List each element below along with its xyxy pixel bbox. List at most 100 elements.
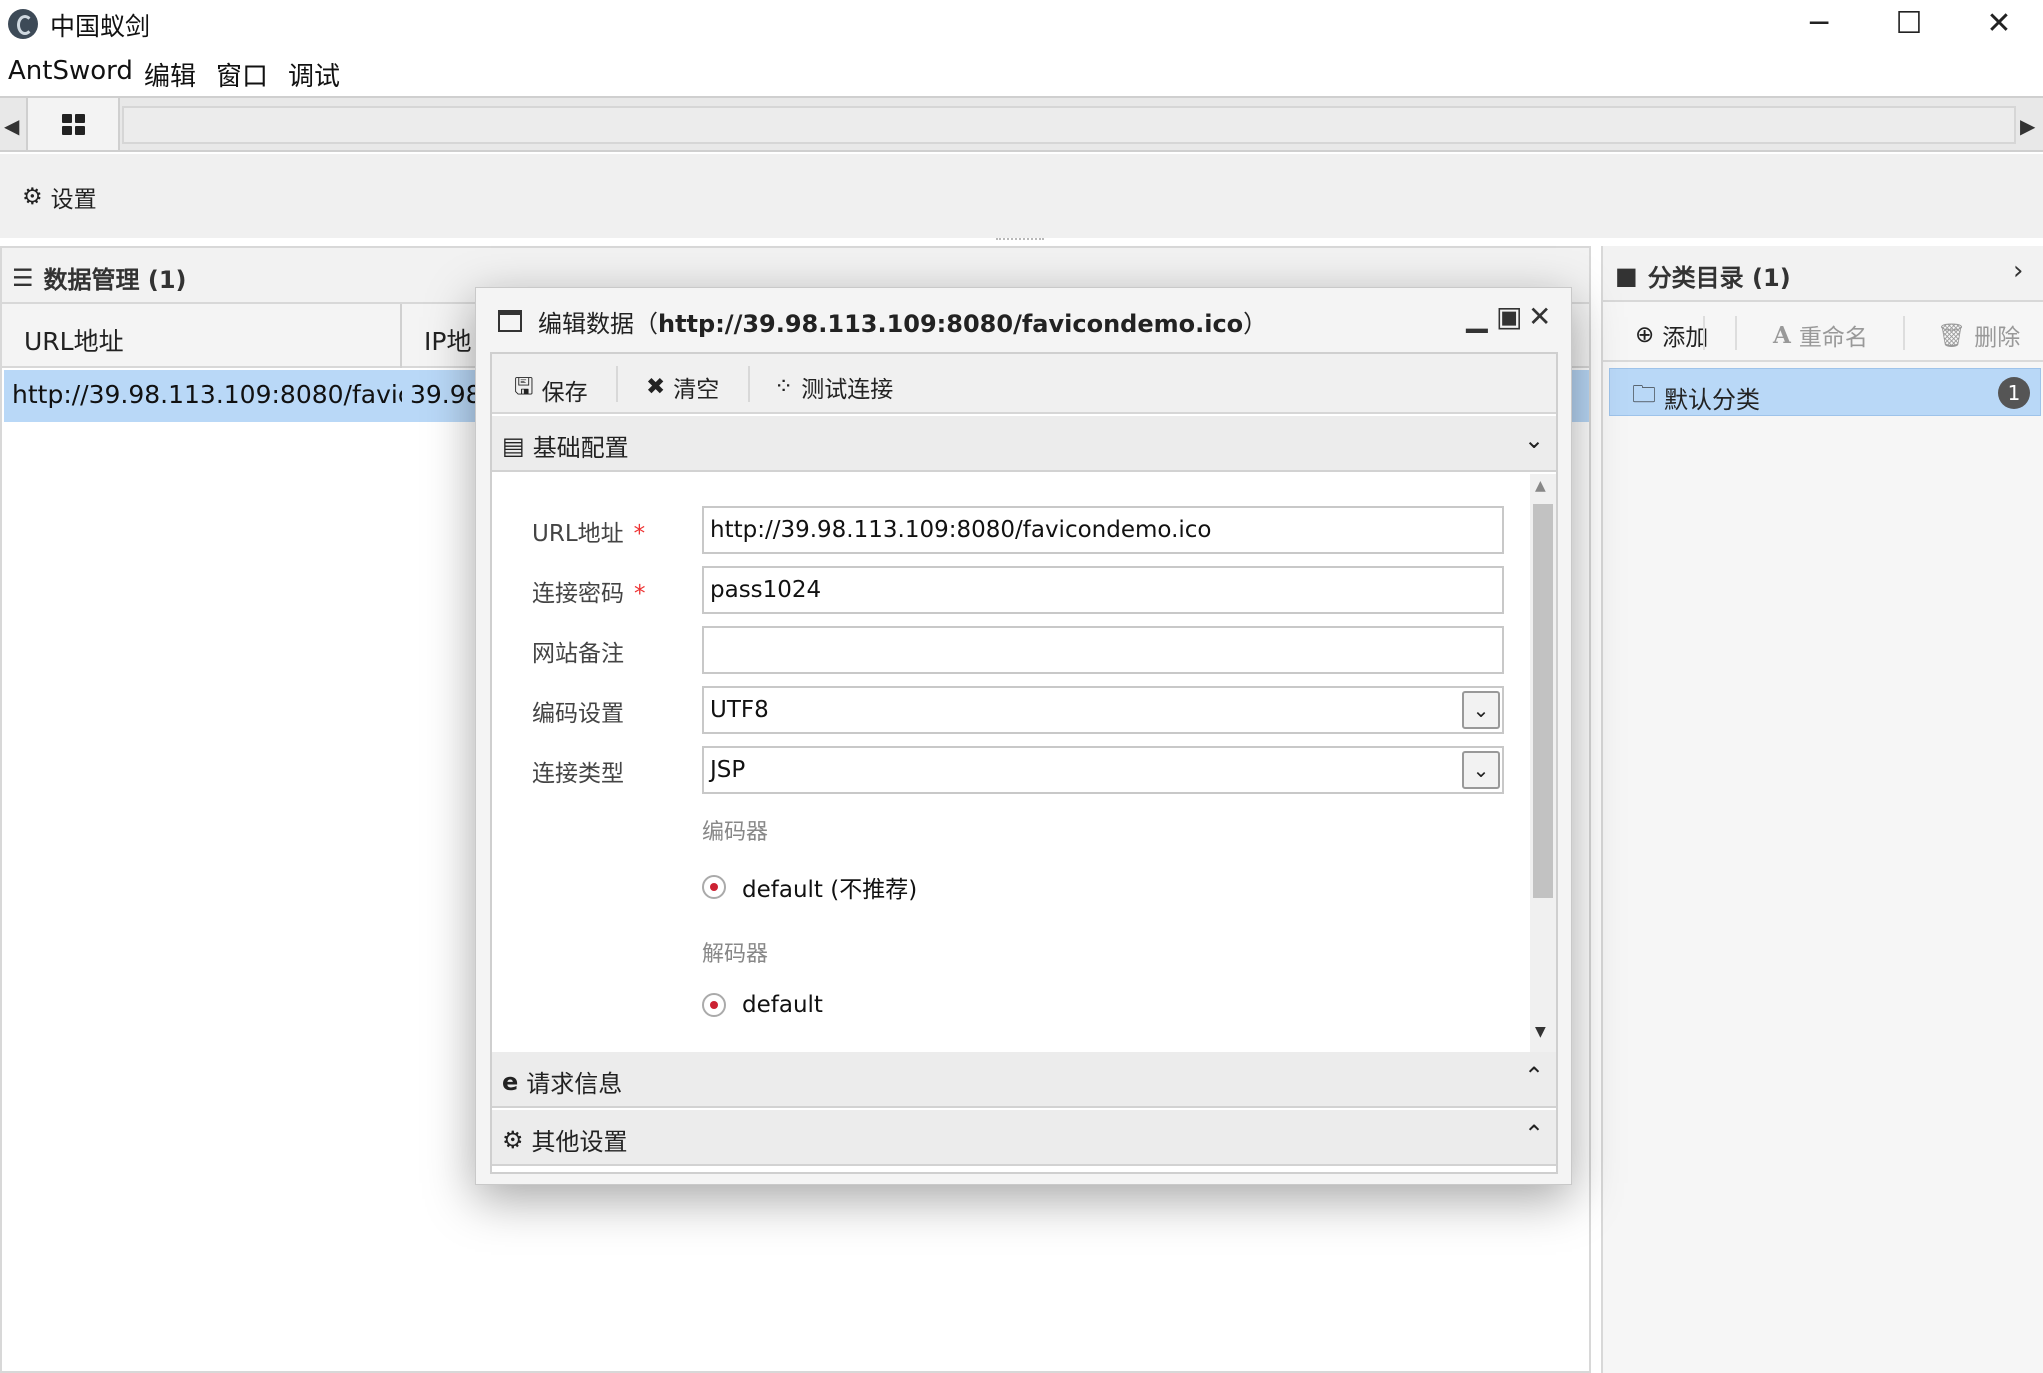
clear-label: 清空 bbox=[673, 377, 720, 403]
tab-home[interactable] bbox=[26, 98, 120, 150]
category-panel: ■ 分类目录 (1) › ⊕ 添加 A 重命名 🗑 删除 🗀 默认分类 1 bbox=[1601, 246, 2043, 1373]
rename-category-button[interactable]: A 重命名 bbox=[1773, 318, 1868, 352]
url-field-label: URL地址 bbox=[532, 521, 624, 547]
encoder-option-label: default (不推荐) bbox=[742, 877, 918, 903]
radio-selected-icon[interactable] bbox=[702, 875, 726, 899]
password-field-label: 连接密码 bbox=[532, 581, 624, 607]
toolbar-divider bbox=[1903, 316, 1905, 350]
antsword-logo-icon bbox=[8, 9, 38, 39]
connection-type-select[interactable]: JSP ⌄ bbox=[702, 746, 1504, 794]
category-item-label: 默认分类 bbox=[1664, 386, 1760, 414]
add-category-label: 添加 bbox=[1662, 325, 1709, 351]
file-text-icon: ▤ bbox=[502, 431, 525, 460]
menu-window[interactable]: 窗口 bbox=[216, 56, 268, 93]
encoding-field-label: 编码设置 bbox=[532, 701, 624, 727]
panel-splitter-handle[interactable] bbox=[996, 238, 1044, 242]
gear-icon: ⚙ bbox=[22, 184, 43, 210]
test-connection-button[interactable]: ⁘ 测试连接 bbox=[774, 370, 893, 404]
scrollbar-thumb[interactable] bbox=[1533, 504, 1553, 898]
main-toolbar: ⚙ 设置 bbox=[0, 154, 2043, 238]
section-header-other[interactable]: ⚙ 其他设置 ⌃ bbox=[492, 1110, 1556, 1166]
decoder-option-label: default bbox=[742, 992, 823, 1018]
times-icon: ✖ bbox=[646, 374, 666, 400]
menu-edit[interactable]: 编辑 bbox=[144, 56, 196, 93]
toolbar-divider bbox=[1735, 316, 1737, 350]
floppy-disk-icon: 🖫 bbox=[514, 374, 534, 400]
column-header-ip[interactable]: IP地 bbox=[424, 322, 471, 358]
collapse-panel-icon[interactable]: › bbox=[2013, 256, 2023, 286]
section-basic-label-wrap: ▤ 基础配置 bbox=[502, 428, 629, 463]
folder-outline-icon: 🗀 bbox=[1632, 380, 1656, 408]
encoding-select-value: UTF8 bbox=[710, 697, 769, 723]
toolbar-divider bbox=[616, 366, 618, 402]
radio-selected-icon[interactable] bbox=[702, 993, 726, 1017]
delete-category-label: 删除 bbox=[1974, 325, 2021, 351]
tab-scroll-left-icon[interactable]: ◀ bbox=[4, 114, 19, 138]
connection-type-value: JSP bbox=[710, 757, 746, 783]
dialog-maximize-icon[interactable]: ▣ bbox=[1496, 300, 1522, 333]
section-basic-label: 基础配置 bbox=[532, 434, 629, 462]
font-icon: A bbox=[1773, 321, 1791, 349]
dialog-title: 编辑数据（http://39.98.113.109:8080/faviconde… bbox=[538, 304, 1267, 339]
dialog-title-url: http://39.98.113.109:8080/favicondemo.ic… bbox=[658, 310, 1244, 338]
dialog-titlebar[interactable]: 编辑数据（http://39.98.113.109:8080/faviconde… bbox=[476, 288, 1571, 350]
category-item-label-wrap: 🗀 默认分类 bbox=[1632, 377, 1760, 418]
encoder-label: 编码器 bbox=[702, 820, 769, 845]
maximize-button[interactable]: ☐ bbox=[1863, 0, 1955, 46]
chevron-down-icon[interactable]: ⌄ bbox=[1462, 691, 1500, 729]
toolbar-divider bbox=[1703, 316, 1705, 350]
dialog-title-suffix: ） bbox=[1243, 310, 1268, 338]
add-category-button[interactable]: ⊕ 添加 bbox=[1635, 318, 1708, 352]
note-input[interactable] bbox=[702, 626, 1504, 674]
data-panel-title: 数据管理 (1) bbox=[43, 266, 187, 294]
decoder-radio-default[interactable]: default bbox=[702, 992, 823, 1018]
clear-button[interactable]: ✖ 清空 bbox=[646, 370, 719, 404]
rename-category-label: 重命名 bbox=[1798, 325, 1868, 351]
section-other-label: 其他设置 bbox=[531, 1128, 628, 1156]
dialog-close-icon[interactable]: ✕ bbox=[1528, 300, 1551, 333]
scroll-down-icon[interactable]: ▼ bbox=[1535, 1024, 1546, 1040]
save-label: 保存 bbox=[541, 379, 588, 406]
dialog-body: 🖫 保存 ✖ 清空 ⁘ 测试连接 ▤ 基础配置 ⌄ URL地址 * http:// bbox=[490, 352, 1558, 1174]
close-window-button[interactable]: ✕ bbox=[1953, 0, 2043, 46]
column-header-url[interactable]: URL地址 bbox=[24, 322, 124, 358]
section-header-basic[interactable]: ▤ 基础配置 ⌄ bbox=[492, 416, 1556, 472]
tab-bar-empty-area bbox=[122, 106, 2016, 144]
column-divider[interactable] bbox=[400, 304, 402, 368]
url-input[interactable]: http://39.98.113.109:8080/favicondemo.ic… bbox=[702, 506, 1504, 554]
category-panel-header: ■ 分类目录 (1) › bbox=[1603, 246, 2043, 302]
delete-category-button[interactable]: 🗑 删除 bbox=[1937, 318, 2020, 352]
toolbar-divider bbox=[748, 366, 750, 402]
tab-scroll-right-icon[interactable]: ▶ bbox=[2020, 114, 2035, 138]
grid-icon bbox=[61, 113, 85, 135]
edge-icon: e bbox=[502, 1067, 519, 1096]
encoding-select[interactable]: UTF8 ⌄ bbox=[702, 686, 1504, 734]
password-field-label-wrap: 连接密码 * bbox=[532, 574, 646, 608]
menu-debug[interactable]: 调试 bbox=[288, 56, 340, 93]
dialog-minimize-icon[interactable]: ▁ bbox=[1466, 300, 1488, 333]
menu-bar: AntSword 编辑 窗口 调试 bbox=[0, 52, 2043, 94]
list-icon: ☰ bbox=[12, 263, 34, 292]
section-header-request[interactable]: e 请求信息 ⌃ bbox=[492, 1052, 1556, 1108]
folder-icon: ■ bbox=[1615, 261, 1638, 290]
plus-circle-icon: ⊕ bbox=[1635, 322, 1655, 348]
spinner-icon: ⁘ bbox=[774, 374, 794, 400]
encoder-radio-default[interactable]: default (不推荐) bbox=[702, 870, 917, 904]
settings-button[interactable]: ⚙ 设置 bbox=[22, 180, 97, 214]
section-request-label-wrap: e 请求信息 bbox=[502, 1064, 622, 1099]
menu-antsword[interactable]: AntSword bbox=[8, 56, 133, 86]
scroll-up-icon[interactable]: ▲ bbox=[1535, 478, 1546, 494]
url-field-label-wrap: URL地址 * bbox=[532, 514, 645, 548]
required-asterisk: * bbox=[634, 581, 646, 607]
row-url-cell: http://39.98.113.109:8080/favicondemo.ic… bbox=[12, 380, 402, 409]
password-input[interactable]: pass1024 bbox=[702, 566, 1504, 614]
dialog-toolbar: 🖫 保存 ✖ 清空 ⁘ 测试连接 bbox=[492, 354, 1556, 414]
vertical-scrollbar[interactable]: ▲ ▼ bbox=[1530, 474, 1556, 1052]
category-item-default[interactable]: 🗀 默认分类 1 bbox=[1609, 368, 2041, 416]
chevron-down-icon[interactable]: ⌄ bbox=[1462, 751, 1500, 789]
settings-label: 设置 bbox=[50, 187, 97, 213]
save-button[interactable]: 🖫 保存 bbox=[514, 370, 588, 409]
minimize-button[interactable]: ─ bbox=[1773, 0, 1865, 46]
category-toolbar: ⊕ 添加 A 重命名 🗑 删除 bbox=[1603, 304, 2043, 362]
row-ip-cell: 39.98 bbox=[410, 380, 482, 409]
